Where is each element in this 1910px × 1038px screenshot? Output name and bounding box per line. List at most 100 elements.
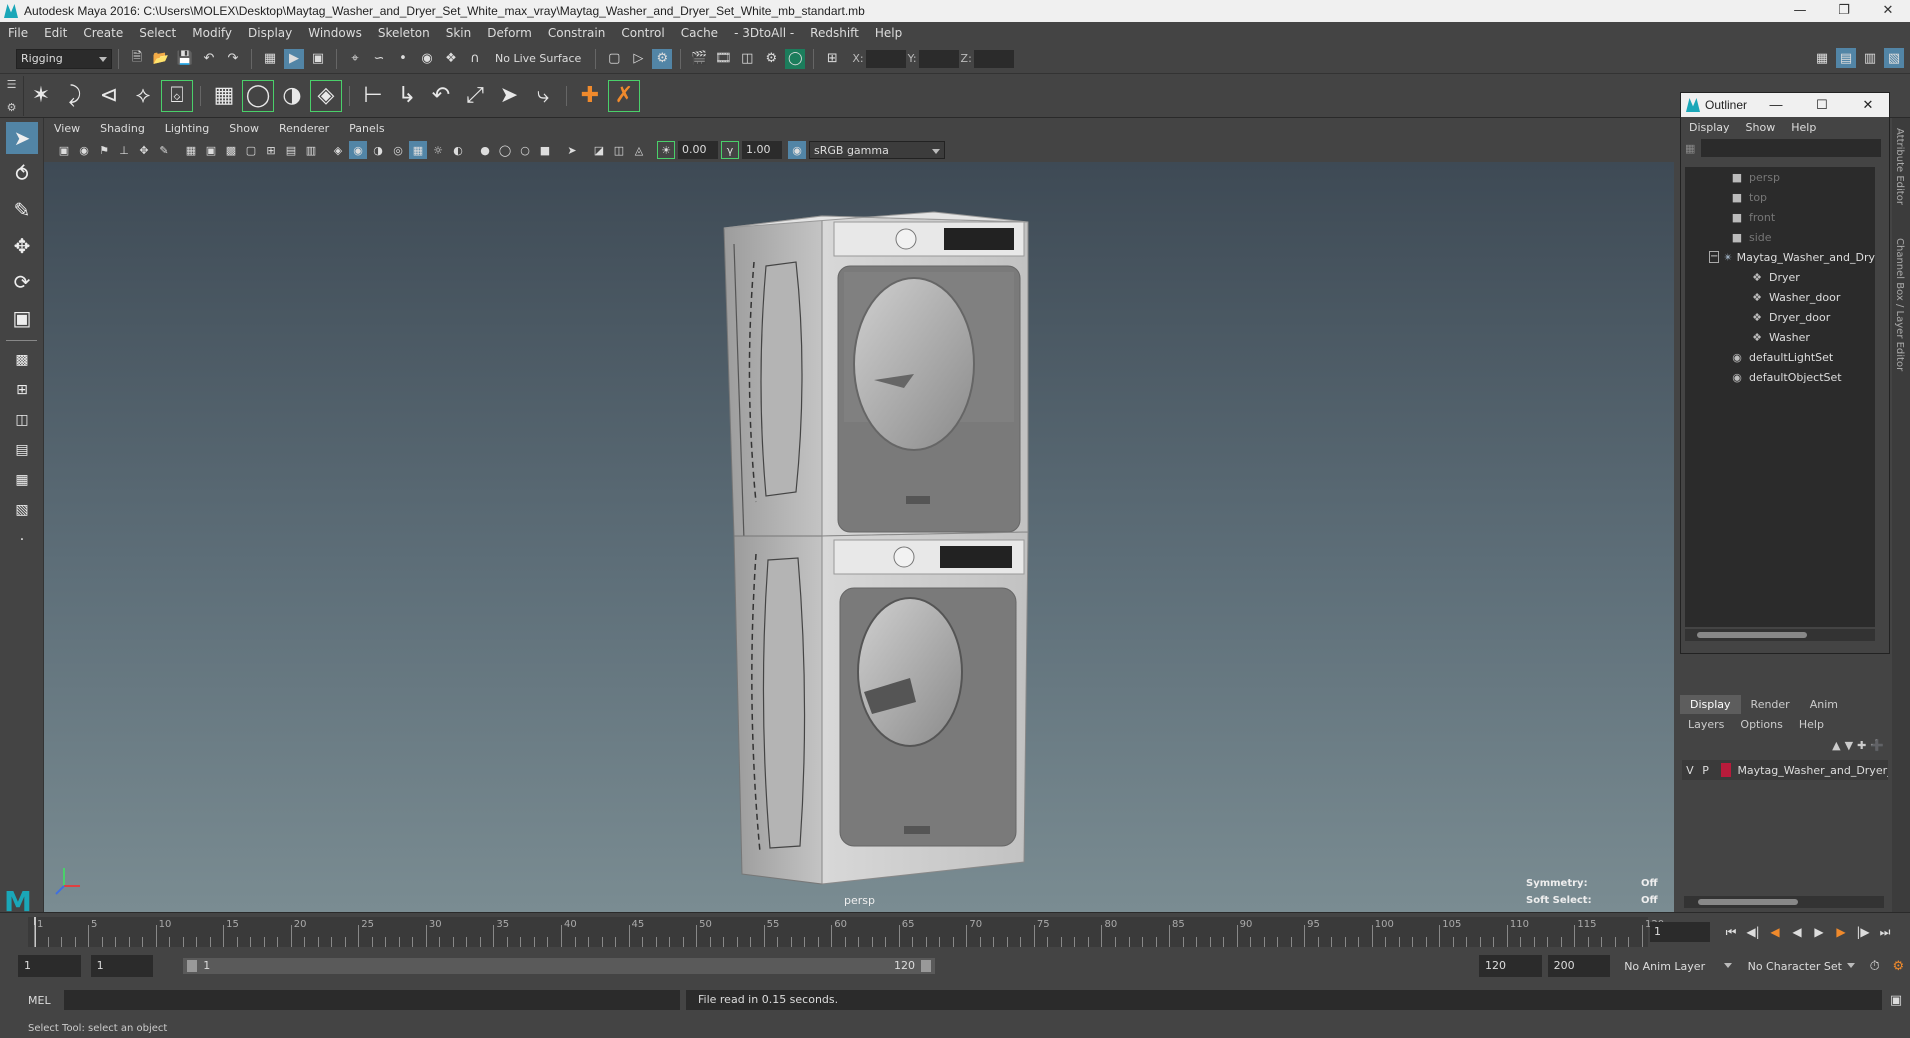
add-locator-icon[interactable]: ✚ [574, 80, 606, 112]
panel-menu-panels[interactable]: Panels [339, 122, 394, 135]
textured-icon[interactable]: ▦ [409, 141, 427, 159]
outliner-item-washer-door[interactable]: ❖ Washer_door [1685, 287, 1875, 307]
time-ruler[interactable]: 1 5 10 15 20 25 30 35 40 45 50 55 60 65 70 75 80 85 90 95 10… [28, 917, 1664, 947]
camera-attributes-icon[interactable]: ◉ [75, 141, 93, 159]
script-language-toggle[interactable]: MEL [0, 994, 60, 1007]
render-frame-icon[interactable]: 🎬 [689, 49, 709, 69]
anti-aliasing-icon[interactable]: ○ [516, 141, 534, 159]
lasso-tool-icon[interactable]: ⥀ [6, 158, 38, 190]
step-back-key-icon[interactable]: ◀ [1764, 925, 1786, 939]
panel-menu-lighting[interactable]: Lighting [155, 122, 219, 135]
outliner-item-dryer-door[interactable]: ❖ Dryer_door [1685, 307, 1875, 327]
menuset-dropdown[interactable]: Rigging [16, 48, 112, 69]
gamma-field[interactable]: 1.00 [742, 141, 782, 159]
script-editor-icon[interactable]: ▣ [1886, 990, 1906, 1010]
step-back-frame-icon[interactable]: ◀| [1742, 925, 1764, 939]
snap-view-plane-icon[interactable]: ◉ [417, 49, 437, 69]
outliner-persp-graph-layout-icon[interactable]: ▦ [6, 467, 38, 493]
modeling-toolkit-icon[interactable]: ▦ [1812, 48, 1832, 68]
outliner-search-input[interactable] [1701, 139, 1882, 157]
mirror-joint-icon[interactable]: ⊲ [93, 80, 125, 112]
menu-select[interactable]: Select [131, 26, 184, 40]
step-forward-key-icon[interactable]: ▶ [1830, 925, 1852, 939]
cluster-icon[interactable]: ◯ [242, 79, 274, 112]
grid-icon[interactable]: ▦ [182, 141, 200, 159]
grease-pencil-icon[interactable]: ✎ [155, 141, 173, 159]
tool-settings-toggle-icon[interactable]: ▥ [1860, 48, 1880, 68]
attribute-editor-tab[interactable]: Attribute Editor [1894, 128, 1905, 205]
isolate-select-icon[interactable]: ➤ [563, 141, 581, 159]
orient-constraint-icon[interactable]: ↶ [425, 80, 457, 112]
menu-constrain[interactable]: Constrain [540, 26, 614, 40]
menu-help[interactable]: Help [867, 26, 910, 40]
filter-icon[interactable]: ▦ [1685, 142, 1695, 155]
use-all-lights-icon[interactable]: ☼ [429, 141, 447, 159]
live-surface-label[interactable]: No Live Surface [495, 52, 581, 65]
magnet-icon[interactable]: ∩ [465, 49, 485, 69]
output-ops-icon[interactable]: ▷ [628, 49, 648, 69]
close-icon[interactable]: ✕ [1866, 0, 1910, 22]
select-object-icon[interactable]: ▶ [284, 48, 304, 69]
color-space-dropdown[interactable]: sRGB gamma [809, 141, 945, 159]
save-scene-icon[interactable]: 💾 [175, 49, 195, 69]
outliner-horizontal-scrollbar[interactable] [1685, 629, 1875, 641]
new-empty-layer-icon[interactable]: ✚ [1857, 739, 1866, 752]
smooth-shade-icon[interactable]: ◉ [349, 141, 367, 159]
2d-pan-zoom-icon[interactable]: ✥ [135, 141, 153, 159]
point-constraint-icon[interactable]: ↳ [391, 80, 423, 112]
shadows-icon[interactable]: ◐ [449, 141, 467, 159]
wireframe-on-shaded-icon[interactable]: ◎ [389, 141, 407, 159]
transform-mode-icon[interactable]: ⊞ [822, 49, 842, 69]
outliner-item-default-light-set[interactable]: ◉ defaultLightSet [1685, 347, 1875, 367]
channel-box-toggle-icon[interactable]: ▧ [1884, 48, 1904, 68]
xray-icon[interactable]: ◪ [590, 141, 608, 159]
menu-redshift[interactable]: Redshift [802, 26, 867, 40]
scrollbar-thumb[interactable] [1697, 632, 1807, 638]
play-forward-icon[interactable]: ▶ [1808, 925, 1830, 939]
new-scene-icon[interactable]: 🗎 [127, 49, 147, 69]
step-forward-frame-icon[interactable]: |▶ [1852, 925, 1874, 939]
perspective-viewport[interactable]: persp Symmetry: Off Soft Select: Off [44, 162, 1674, 912]
dryer-model[interactable] [723, 211, 1029, 541]
attribute-editor-toggle-icon[interactable]: ▤ [1836, 48, 1856, 68]
outliner-item-front[interactable]: ■ front [1685, 207, 1875, 227]
xray-active-icon[interactable]: ◫ [610, 141, 628, 159]
wire-deformer-icon[interactable]: ◑ [276, 80, 308, 112]
z-field[interactable] [973, 49, 1014, 68]
image-plane-icon[interactable]: ⊥ [115, 141, 133, 159]
aim-constraint-icon[interactable]: ➤ [493, 80, 525, 112]
snap-live-icon[interactable]: ❖ [441, 49, 461, 69]
command-input[interactable] [64, 990, 680, 1010]
outliner-item-persp[interactable]: ■ persp [1685, 167, 1875, 187]
hypershade-layout-icon[interactable]: ▧ [6, 497, 38, 523]
shelf-settings-icon[interactable]: ⚙ [7, 101, 17, 114]
menu-control[interactable]: Control [613, 26, 672, 40]
tab-display[interactable]: Display [1680, 695, 1741, 714]
menu-cache[interactable]: Cache [673, 26, 726, 40]
outliner-item-default-object-set[interactable]: ◉ defaultObjectSet [1685, 367, 1875, 387]
animation-end-field[interactable]: 200 [1547, 955, 1611, 977]
menu-display[interactable]: Display [240, 26, 300, 40]
menu-edit[interactable]: Edit [36, 26, 75, 40]
resolution-gate-icon[interactable]: ▩ [222, 141, 240, 159]
color-management-icon[interactable]: ◉ [788, 141, 806, 159]
menu-file[interactable]: File [0, 26, 36, 40]
outliner-menu-help[interactable]: Help [1783, 121, 1824, 134]
auto-key-icon[interactable]: ⏱ [1865, 956, 1885, 976]
wireframe-icon[interactable]: ◈ [329, 141, 347, 159]
outliner-menu-display[interactable]: Display [1681, 121, 1738, 134]
exposure-field[interactable]: 0.00 [678, 141, 718, 159]
outliner-close-icon[interactable]: ✕ [1845, 93, 1891, 117]
layer-color-swatch[interactable] [1721, 763, 1732, 777]
scrollbar-thumb[interactable] [1698, 899, 1798, 905]
panel-menu-renderer[interactable]: Renderer [269, 122, 339, 135]
safe-action-icon[interactable]: ▤ [282, 141, 300, 159]
channel-box-tab[interactable]: Channel Box / Layer Editor [1894, 238, 1905, 371]
render-settings-icon[interactable]: ⚙ [761, 49, 781, 69]
select-hierarchy-icon[interactable]: ▦ [260, 49, 280, 69]
range-bar[interactable]: 1 120 [183, 958, 935, 974]
layer-menu-options[interactable]: Options [1732, 718, 1790, 731]
move-layer-up-icon[interactable]: ▲ [1832, 739, 1840, 752]
new-layer-from-selection-icon[interactable]: ➕ [1870, 739, 1884, 752]
go-to-end-icon[interactable]: ⏭ [1874, 925, 1896, 940]
